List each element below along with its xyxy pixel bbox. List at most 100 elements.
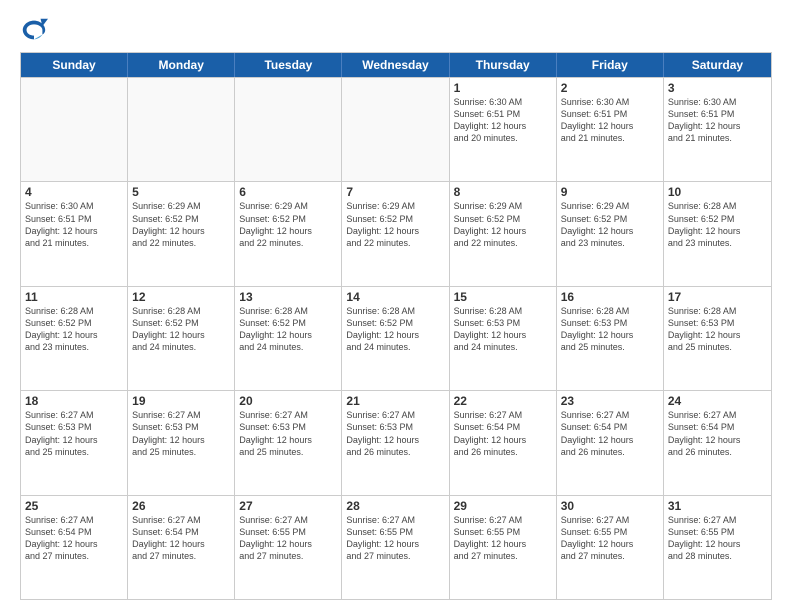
cal-cell — [342, 78, 449, 181]
calendar: SundayMondayTuesdayWednesdayThursdayFrid… — [20, 52, 772, 600]
cal-header-saturday: Saturday — [664, 53, 771, 77]
cal-week-2: 4Sunrise: 6:30 AM Sunset: 6:51 PM Daylig… — [21, 181, 771, 285]
day-info: Sunrise: 6:27 AM Sunset: 6:54 PM Dayligh… — [132, 514, 230, 563]
cal-header-tuesday: Tuesday — [235, 53, 342, 77]
cal-cell: 29Sunrise: 6:27 AM Sunset: 6:55 PM Dayli… — [450, 496, 557, 599]
day-number: 13 — [239, 290, 337, 304]
day-info: Sunrise: 6:27 AM Sunset: 6:54 PM Dayligh… — [561, 409, 659, 458]
day-info: Sunrise: 6:29 AM Sunset: 6:52 PM Dayligh… — [346, 200, 444, 249]
day-number: 31 — [668, 499, 767, 513]
cal-cell: 3Sunrise: 6:30 AM Sunset: 6:51 PM Daylig… — [664, 78, 771, 181]
cal-cell: 14Sunrise: 6:28 AM Sunset: 6:52 PM Dayli… — [342, 287, 449, 390]
cal-cell: 22Sunrise: 6:27 AM Sunset: 6:54 PM Dayli… — [450, 391, 557, 494]
day-number: 25 — [25, 499, 123, 513]
day-number: 21 — [346, 394, 444, 408]
calendar-body: 1Sunrise: 6:30 AM Sunset: 6:51 PM Daylig… — [21, 77, 771, 599]
calendar-header-row: SundayMondayTuesdayWednesdayThursdayFrid… — [21, 53, 771, 77]
day-info: Sunrise: 6:29 AM Sunset: 6:52 PM Dayligh… — [561, 200, 659, 249]
day-info: Sunrise: 6:27 AM Sunset: 6:55 PM Dayligh… — [561, 514, 659, 563]
day-info: Sunrise: 6:27 AM Sunset: 6:53 PM Dayligh… — [239, 409, 337, 458]
day-number: 11 — [25, 290, 123, 304]
day-info: Sunrise: 6:28 AM Sunset: 6:53 PM Dayligh… — [454, 305, 552, 354]
cal-cell: 5Sunrise: 6:29 AM Sunset: 6:52 PM Daylig… — [128, 182, 235, 285]
cal-cell: 31Sunrise: 6:27 AM Sunset: 6:55 PM Dayli… — [664, 496, 771, 599]
day-info: Sunrise: 6:27 AM Sunset: 6:53 PM Dayligh… — [132, 409, 230, 458]
day-info: Sunrise: 6:27 AM Sunset: 6:55 PM Dayligh… — [346, 514, 444, 563]
day-number: 14 — [346, 290, 444, 304]
cal-header-wednesday: Wednesday — [342, 53, 449, 77]
day-number: 28 — [346, 499, 444, 513]
header — [20, 16, 772, 44]
day-info: Sunrise: 6:27 AM Sunset: 6:55 PM Dayligh… — [668, 514, 767, 563]
day-number: 16 — [561, 290, 659, 304]
cal-week-4: 18Sunrise: 6:27 AM Sunset: 6:53 PM Dayli… — [21, 390, 771, 494]
page: SundayMondayTuesdayWednesdayThursdayFrid… — [0, 0, 792, 612]
day-info: Sunrise: 6:28 AM Sunset: 6:53 PM Dayligh… — [668, 305, 767, 354]
day-number: 3 — [668, 81, 767, 95]
cal-cell — [235, 78, 342, 181]
day-info: Sunrise: 6:29 AM Sunset: 6:52 PM Dayligh… — [239, 200, 337, 249]
day-info: Sunrise: 6:28 AM Sunset: 6:52 PM Dayligh… — [132, 305, 230, 354]
day-info: Sunrise: 6:28 AM Sunset: 6:52 PM Dayligh… — [668, 200, 767, 249]
day-info: Sunrise: 6:28 AM Sunset: 6:53 PM Dayligh… — [561, 305, 659, 354]
cal-cell: 30Sunrise: 6:27 AM Sunset: 6:55 PM Dayli… — [557, 496, 664, 599]
cal-cell — [128, 78, 235, 181]
cal-cell — [21, 78, 128, 181]
day-number: 15 — [454, 290, 552, 304]
cal-week-3: 11Sunrise: 6:28 AM Sunset: 6:52 PM Dayli… — [21, 286, 771, 390]
day-number: 6 — [239, 185, 337, 199]
day-info: Sunrise: 6:30 AM Sunset: 6:51 PM Dayligh… — [25, 200, 123, 249]
cal-cell: 21Sunrise: 6:27 AM Sunset: 6:53 PM Dayli… — [342, 391, 449, 494]
day-number: 1 — [454, 81, 552, 95]
cal-header-monday: Monday — [128, 53, 235, 77]
day-number: 4 — [25, 185, 123, 199]
day-number: 8 — [454, 185, 552, 199]
day-info: Sunrise: 6:27 AM Sunset: 6:54 PM Dayligh… — [25, 514, 123, 563]
day-info: Sunrise: 6:28 AM Sunset: 6:52 PM Dayligh… — [25, 305, 123, 354]
cal-week-1: 1Sunrise: 6:30 AM Sunset: 6:51 PM Daylig… — [21, 77, 771, 181]
cal-cell: 13Sunrise: 6:28 AM Sunset: 6:52 PM Dayli… — [235, 287, 342, 390]
day-number: 23 — [561, 394, 659, 408]
day-info: Sunrise: 6:27 AM Sunset: 6:55 PM Dayligh… — [239, 514, 337, 563]
day-info: Sunrise: 6:27 AM Sunset: 6:55 PM Dayligh… — [454, 514, 552, 563]
cal-cell: 15Sunrise: 6:28 AM Sunset: 6:53 PM Dayli… — [450, 287, 557, 390]
day-number: 17 — [668, 290, 767, 304]
day-info: Sunrise: 6:27 AM Sunset: 6:53 PM Dayligh… — [346, 409, 444, 458]
cal-cell: 7Sunrise: 6:29 AM Sunset: 6:52 PM Daylig… — [342, 182, 449, 285]
day-info: Sunrise: 6:27 AM Sunset: 6:53 PM Dayligh… — [25, 409, 123, 458]
cal-cell: 6Sunrise: 6:29 AM Sunset: 6:52 PM Daylig… — [235, 182, 342, 285]
cal-cell: 16Sunrise: 6:28 AM Sunset: 6:53 PM Dayli… — [557, 287, 664, 390]
day-number: 19 — [132, 394, 230, 408]
cal-cell: 9Sunrise: 6:29 AM Sunset: 6:52 PM Daylig… — [557, 182, 664, 285]
day-info: Sunrise: 6:30 AM Sunset: 6:51 PM Dayligh… — [454, 96, 552, 145]
day-number: 5 — [132, 185, 230, 199]
cal-cell: 8Sunrise: 6:29 AM Sunset: 6:52 PM Daylig… — [450, 182, 557, 285]
day-number: 24 — [668, 394, 767, 408]
cal-header-thursday: Thursday — [450, 53, 557, 77]
day-info: Sunrise: 6:29 AM Sunset: 6:52 PM Dayligh… — [454, 200, 552, 249]
cal-cell: 2Sunrise: 6:30 AM Sunset: 6:51 PM Daylig… — [557, 78, 664, 181]
cal-cell: 23Sunrise: 6:27 AM Sunset: 6:54 PM Dayli… — [557, 391, 664, 494]
day-number: 26 — [132, 499, 230, 513]
cal-cell: 11Sunrise: 6:28 AM Sunset: 6:52 PM Dayli… — [21, 287, 128, 390]
cal-cell: 4Sunrise: 6:30 AM Sunset: 6:51 PM Daylig… — [21, 182, 128, 285]
cal-cell: 26Sunrise: 6:27 AM Sunset: 6:54 PM Dayli… — [128, 496, 235, 599]
logo — [20, 16, 52, 44]
cal-cell: 10Sunrise: 6:28 AM Sunset: 6:52 PM Dayli… — [664, 182, 771, 285]
cal-cell: 24Sunrise: 6:27 AM Sunset: 6:54 PM Dayli… — [664, 391, 771, 494]
cal-cell: 1Sunrise: 6:30 AM Sunset: 6:51 PM Daylig… — [450, 78, 557, 181]
day-number: 2 — [561, 81, 659, 95]
day-number: 22 — [454, 394, 552, 408]
cal-cell: 25Sunrise: 6:27 AM Sunset: 6:54 PM Dayli… — [21, 496, 128, 599]
day-number: 10 — [668, 185, 767, 199]
cal-cell: 12Sunrise: 6:28 AM Sunset: 6:52 PM Dayli… — [128, 287, 235, 390]
day-number: 7 — [346, 185, 444, 199]
day-number: 18 — [25, 394, 123, 408]
logo-icon — [20, 16, 48, 44]
day-number: 27 — [239, 499, 337, 513]
day-info: Sunrise: 6:27 AM Sunset: 6:54 PM Dayligh… — [454, 409, 552, 458]
day-info: Sunrise: 6:28 AM Sunset: 6:52 PM Dayligh… — [239, 305, 337, 354]
day-number: 12 — [132, 290, 230, 304]
cal-cell: 18Sunrise: 6:27 AM Sunset: 6:53 PM Dayli… — [21, 391, 128, 494]
day-info: Sunrise: 6:27 AM Sunset: 6:54 PM Dayligh… — [668, 409, 767, 458]
